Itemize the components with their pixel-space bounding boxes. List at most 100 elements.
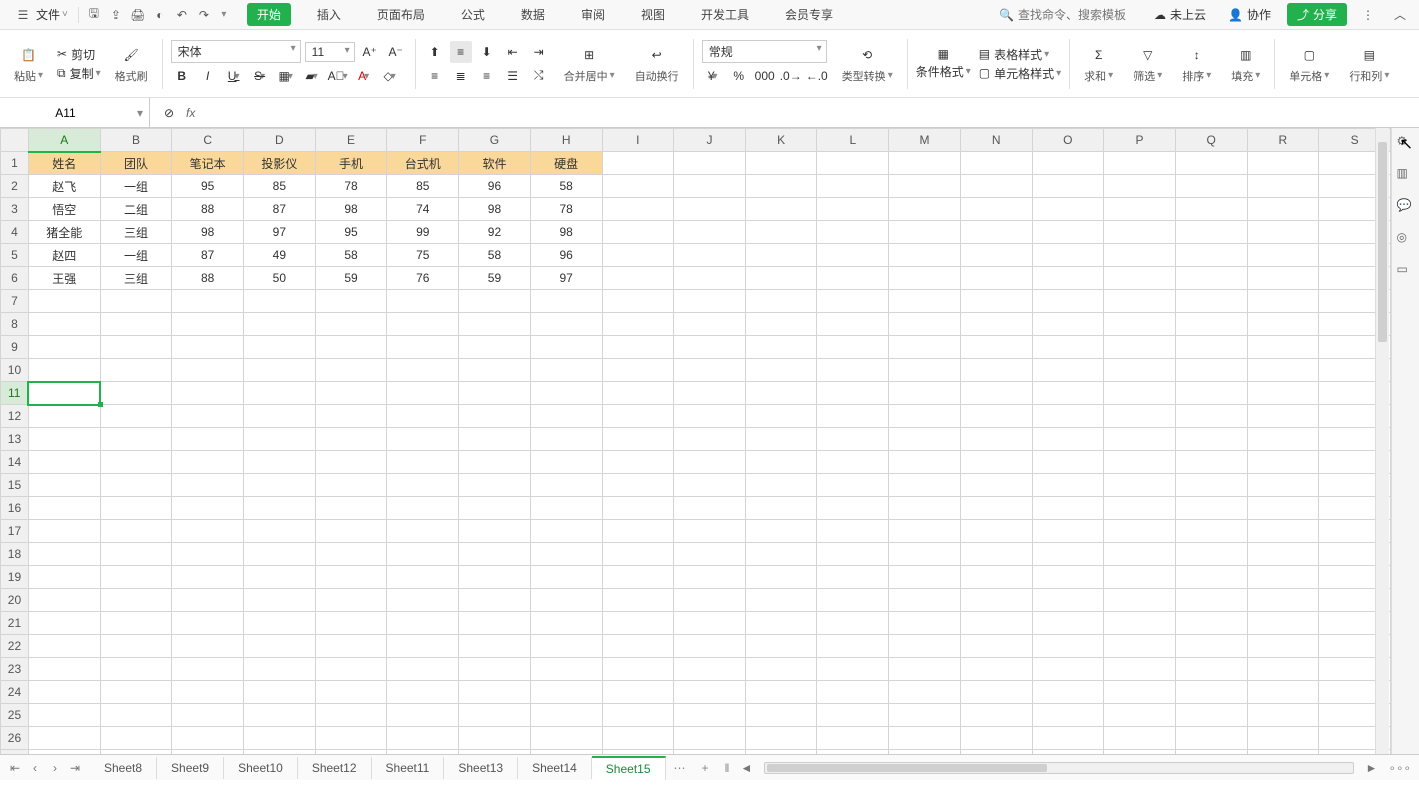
- cell[interactable]: [172, 543, 244, 566]
- cell[interactable]: [172, 313, 244, 336]
- cell[interactable]: [1247, 589, 1319, 612]
- indent-increase-icon[interactable]: ⇥: [528, 41, 550, 63]
- cell[interactable]: [960, 359, 1032, 382]
- cell[interactable]: [889, 635, 961, 658]
- cell[interactable]: [100, 543, 172, 566]
- cell[interactable]: [244, 405, 316, 428]
- cell[interactable]: [28, 543, 100, 566]
- cell[interactable]: [459, 474, 531, 497]
- cell[interactable]: [459, 658, 531, 681]
- cell[interactable]: [602, 198, 674, 221]
- sheet-tab[interactable]: Sheet9: [157, 757, 224, 779]
- cell[interactable]: [1175, 267, 1247, 290]
- cell[interactable]: [1247, 612, 1319, 635]
- cell[interactable]: [817, 290, 889, 313]
- cell[interactable]: [1032, 681, 1104, 704]
- cell[interactable]: 一组: [100, 175, 172, 198]
- cell[interactable]: [244, 336, 316, 359]
- cell[interactable]: [1104, 152, 1176, 175]
- cell[interactable]: 58: [315, 244, 387, 267]
- cell[interactable]: [1104, 750, 1176, 755]
- cell[interactable]: [1175, 451, 1247, 474]
- row-header[interactable]: 26: [1, 727, 29, 750]
- cell[interactable]: [100, 336, 172, 359]
- cell[interactable]: [960, 244, 1032, 267]
- cell[interactable]: [817, 474, 889, 497]
- column-header[interactable]: P: [1104, 129, 1176, 152]
- cell[interactable]: 87: [244, 198, 316, 221]
- cell[interactable]: [530, 336, 602, 359]
- cell[interactable]: [817, 520, 889, 543]
- cell[interactable]: [28, 566, 100, 589]
- cell[interactable]: 87: [172, 244, 244, 267]
- cell[interactable]: [889, 313, 961, 336]
- cell[interactable]: 硬盘: [530, 152, 602, 175]
- cell[interactable]: [172, 704, 244, 727]
- align-middle-icon[interactable]: ≡: [450, 41, 472, 63]
- row-header[interactable]: 14: [1, 451, 29, 474]
- cell[interactable]: 88: [172, 267, 244, 290]
- cell[interactable]: [387, 290, 459, 313]
- row-header[interactable]: 3: [1, 198, 29, 221]
- cell[interactable]: [1104, 589, 1176, 612]
- align-center-icon[interactable]: ≣: [450, 65, 472, 87]
- cell[interactable]: [960, 221, 1032, 244]
- number-format-select[interactable]: 常规: [702, 40, 827, 63]
- column-header[interactable]: O: [1032, 129, 1104, 152]
- cell[interactable]: [459, 520, 531, 543]
- cell[interactable]: [1247, 704, 1319, 727]
- cell[interactable]: 50: [244, 267, 316, 290]
- cell[interactable]: [674, 428, 746, 451]
- bold-button[interactable]: B: [171, 65, 193, 87]
- increase-font-icon[interactable]: A⁺: [359, 41, 381, 63]
- cell[interactable]: [960, 267, 1032, 290]
- cell[interactable]: [315, 336, 387, 359]
- cell[interactable]: [889, 474, 961, 497]
- cell[interactable]: [602, 543, 674, 566]
- font-color-button[interactable]: A▾: [353, 65, 375, 87]
- cell[interactable]: [244, 589, 316, 612]
- cell[interactable]: [745, 221, 817, 244]
- cell[interactable]: [674, 221, 746, 244]
- cell[interactable]: [28, 290, 100, 313]
- tab-插入[interactable]: 插入: [307, 3, 351, 26]
- cell[interactable]: [530, 313, 602, 336]
- cell[interactable]: [530, 681, 602, 704]
- cell[interactable]: 98: [530, 221, 602, 244]
- save-icon[interactable]: 🖫: [83, 4, 105, 26]
- cell[interactable]: [745, 704, 817, 727]
- row-header[interactable]: 5: [1, 244, 29, 267]
- cell[interactable]: [387, 704, 459, 727]
- cell[interactable]: [1104, 543, 1176, 566]
- cell[interactable]: [745, 336, 817, 359]
- cell[interactable]: [1247, 497, 1319, 520]
- sheet-tab[interactable]: Sheet8: [90, 757, 157, 779]
- font-family-select[interactable]: 宋体: [171, 40, 301, 63]
- cell[interactable]: [315, 681, 387, 704]
- tab-审阅[interactable]: 审阅: [571, 3, 615, 26]
- vertical-scrollbar[interactable]: [1375, 128, 1389, 754]
- cell[interactable]: [889, 359, 961, 382]
- cell[interactable]: [1247, 244, 1319, 267]
- cell[interactable]: [960, 520, 1032, 543]
- row-header[interactable]: 20: [1, 589, 29, 612]
- cell[interactable]: [1032, 359, 1104, 382]
- cell[interactable]: [745, 198, 817, 221]
- cell[interactable]: [459, 451, 531, 474]
- cell[interactable]: [315, 750, 387, 755]
- cell[interactable]: [960, 175, 1032, 198]
- cell[interactable]: [530, 497, 602, 520]
- cell[interactable]: [889, 221, 961, 244]
- cell[interactable]: [602, 382, 674, 405]
- column-header[interactable]: H: [530, 129, 602, 152]
- cell[interactable]: [602, 244, 674, 267]
- cell[interactable]: [1104, 681, 1176, 704]
- collab-button[interactable]: 👤 协作: [1222, 4, 1277, 25]
- cell[interactable]: [172, 520, 244, 543]
- cell[interactable]: 58: [459, 244, 531, 267]
- cell[interactable]: [1247, 313, 1319, 336]
- cell[interactable]: [745, 635, 817, 658]
- cell[interactable]: [1032, 244, 1104, 267]
- cell[interactable]: [100, 290, 172, 313]
- cell[interactable]: [1104, 566, 1176, 589]
